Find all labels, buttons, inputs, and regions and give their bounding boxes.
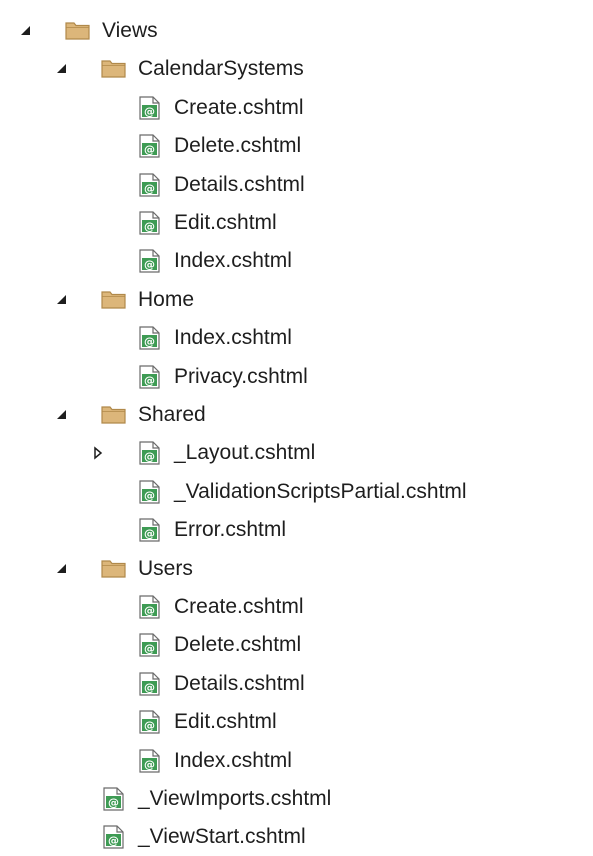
svg-text:@: @ — [144, 374, 155, 387]
svg-text:@: @ — [144, 143, 155, 156]
folder-label: Home — [138, 287, 195, 311]
razor-file-icon: @ — [139, 172, 160, 197]
tree-file-node[interactable]: @ Edit.cshtml — [0, 703, 593, 741]
folder-label: CalendarSystems — [138, 57, 304, 81]
folder-label: Shared — [138, 403, 206, 426]
svg-text:@: @ — [144, 182, 155, 195]
file-label: Index.cshtml — [174, 748, 292, 772]
expanded-arrow-icon[interactable] — [54, 407, 70, 423]
tree-file-node[interactable]: @ Privacy.cshtml — [0, 358, 593, 396]
svg-text:@: @ — [108, 796, 119, 809]
tree-folder-node[interactable]: Shared — [0, 396, 593, 434]
file-label: Privacy.cshtml — [174, 364, 308, 388]
razor-file-icon: @ — [139, 326, 160, 350]
razor-file-icon: @ — [139, 211, 160, 235]
file-label: Index.cshtml — [174, 249, 292, 273]
expanded-arrow-icon[interactable] — [18, 23, 34, 39]
svg-text:@: @ — [144, 527, 155, 540]
razor-file-icon: @ — [139, 134, 160, 158]
svg-text:@: @ — [144, 105, 155, 118]
tree-file-node[interactable]: @ _Layout.cshtml — [0, 434, 593, 472]
tree-file-node[interactable]: @ Error.cshtml — [0, 511, 593, 549]
file-label: Delete.cshtml — [174, 633, 302, 657]
tree-file-node[interactable]: @ Create.cshtml — [0, 588, 593, 626]
razor-file-icon: @ — [139, 480, 160, 504]
tree-file-node[interactable]: @ Index.cshtml — [0, 242, 593, 280]
razor-file-icon: @ — [139, 672, 160, 696]
file-label: _ValidationScriptsPartial.cshtml — [174, 479, 467, 503]
razor-file-icon: @ — [139, 595, 160, 619]
file-label: _ViewStart.cshtml — [138, 825, 306, 849]
svg-text:@: @ — [144, 450, 155, 463]
razor-file-icon: @ — [139, 518, 160, 542]
razor-file-icon: @ — [139, 633, 160, 657]
tree-folder-node[interactable]: Home — [0, 281, 593, 319]
svg-text:@: @ — [144, 258, 155, 271]
folder-icon — [101, 406, 126, 424]
razor-file-icon: @ — [139, 748, 160, 773]
folder-label: Views — [102, 19, 158, 42]
tree-file-node[interactable]: @ Delete.cshtml — [0, 127, 593, 165]
file-label: _ViewImports.cshtml — [138, 787, 332, 810]
tree-folder-node[interactable]: Views — [0, 12, 593, 50]
tree-file-node[interactable]: @ _ViewStart.cshtml — [0, 818, 593, 856]
solution-explorer-tree: Views CalendarSystems @ Create.cshtml @ Delet… — [0, 0, 593, 849]
svg-text:@: @ — [144, 642, 155, 655]
file-label: Create.cshtml — [174, 595, 304, 618]
expanded-arrow-icon[interactable] — [54, 61, 70, 77]
folder-icon — [101, 60, 126, 78]
file-label: _Layout.cshtml — [174, 441, 316, 465]
svg-text:@: @ — [144, 220, 155, 233]
razor-file-icon: @ — [139, 96, 160, 120]
tree-folder-node[interactable]: Users — [0, 550, 593, 588]
razor-file-icon: @ — [139, 441, 160, 465]
collapsed-arrow-icon[interactable] — [90, 445, 106, 461]
razor-file-icon: @ — [139, 364, 160, 389]
tree-file-node[interactable]: @ Index.cshtml — [0, 319, 593, 357]
svg-text:@: @ — [144, 335, 155, 348]
svg-text:@: @ — [144, 758, 155, 771]
file-label: Create.cshtml — [174, 95, 304, 119]
razor-file-icon: @ — [103, 787, 124, 811]
razor-file-icon: @ — [139, 249, 160, 273]
file-label: Error.cshtml — [174, 518, 287, 542]
tree-file-node[interactable]: @ _ViewImports.cshtml — [0, 780, 593, 818]
file-label: Edit.cshtml — [174, 710, 277, 734]
tree-file-node[interactable]: @ Index.cshtml — [0, 742, 593, 780]
file-label: Index.cshtml — [174, 326, 292, 350]
tree-file-node[interactable]: @ Details.cshtml — [0, 665, 593, 703]
svg-text:@: @ — [108, 834, 119, 847]
tree-file-node[interactable]: @ Delete.cshtml — [0, 626, 593, 664]
folder-icon — [65, 22, 90, 40]
expanded-arrow-icon[interactable] — [54, 292, 70, 308]
file-label: Details.cshtml — [174, 172, 305, 196]
tree-file-node[interactable]: @ _ValidationScriptsPartial.cshtml — [0, 473, 593, 511]
folder-label: Users — [138, 556, 193, 580]
tree-file-node[interactable]: @ Create.cshtml — [0, 89, 593, 127]
svg-text:@: @ — [144, 719, 155, 732]
svg-text:@: @ — [144, 604, 155, 617]
tree-file-node[interactable]: @ Edit.cshtml — [0, 204, 593, 242]
razor-file-icon: @ — [103, 825, 124, 849]
file-label: Delete.cshtml — [174, 134, 302, 158]
folder-icon — [101, 291, 126, 309]
razor-file-icon: @ — [139, 710, 160, 734]
svg-text:@: @ — [144, 681, 155, 694]
svg-text:@: @ — [144, 489, 155, 502]
file-label: Edit.cshtml — [174, 211, 277, 234]
tree-folder-node[interactable]: CalendarSystems — [0, 50, 593, 88]
folder-icon — [101, 559, 126, 578]
file-label: Details.cshtml — [174, 671, 305, 695]
expanded-arrow-icon[interactable] — [54, 561, 70, 577]
tree-file-node[interactable]: @ Details.cshtml — [0, 166, 593, 204]
